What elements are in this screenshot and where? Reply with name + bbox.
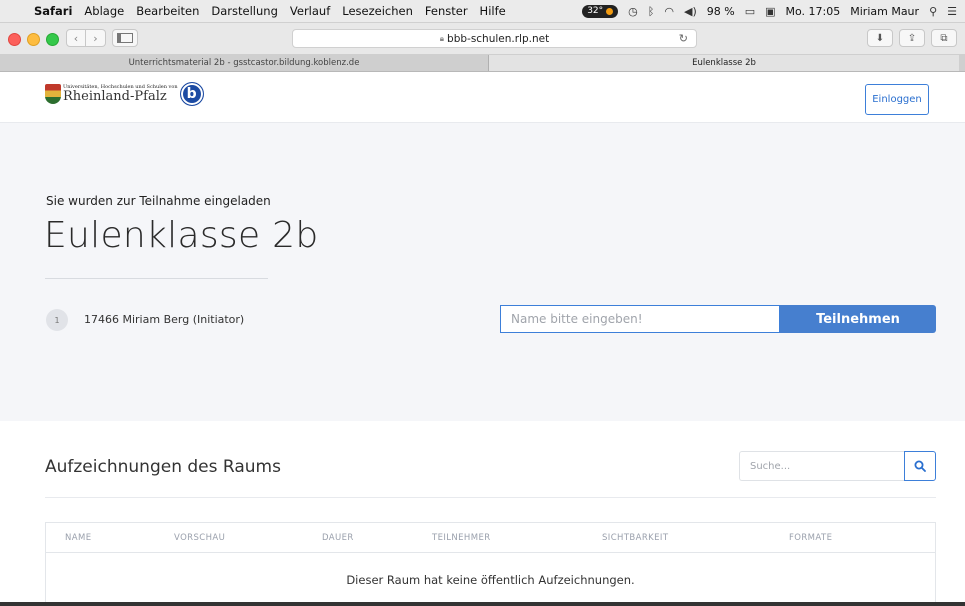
menu-safari[interactable]: Safari bbox=[34, 4, 72, 18]
tabs-overview-button[interactable]: ⧉ bbox=[931, 29, 957, 47]
notification-center-icon[interactable]: ☰ bbox=[947, 5, 957, 18]
menu-hilfe[interactable]: Hilfe bbox=[480, 4, 506, 18]
status-dot-icon bbox=[606, 7, 614, 15]
recordings-search-button[interactable] bbox=[904, 451, 936, 481]
menubar-user[interactable]: Miriam Maur bbox=[850, 5, 919, 18]
recordings-search-input[interactable] bbox=[739, 451, 904, 481]
join-button[interactable]: Teilnehmen bbox=[780, 305, 936, 333]
battery-percentage[interactable]: 98 % bbox=[707, 5, 735, 18]
history-navigation: ‹ › bbox=[66, 29, 106, 47]
time-machine-icon[interactable]: ◷ bbox=[628, 5, 638, 18]
sidebar-icon bbox=[117, 33, 133, 43]
forward-button[interactable]: › bbox=[86, 29, 106, 47]
column-header-duration: DAUER bbox=[322, 533, 354, 543]
sidebar-toggle-button[interactable] bbox=[112, 29, 138, 47]
room-owner: 17466 Miriam Berg (Initiator) bbox=[84, 313, 245, 326]
bbb-logo-icon: b bbox=[179, 82, 204, 106]
search-icon bbox=[914, 460, 926, 472]
menu-bearbeiten[interactable]: Bearbeiten bbox=[136, 4, 199, 18]
site-header: Universitäten, Hochschulen und Schulen v… bbox=[0, 72, 965, 123]
menu-fenster[interactable]: Fenster bbox=[425, 4, 468, 18]
room-hero: Sie wurden zur Teilnahme eingeladen Eule… bbox=[0, 123, 965, 421]
login-button[interactable]: Einloggen bbox=[865, 84, 929, 115]
minimize-window-button[interactable] bbox=[27, 33, 40, 46]
invite-text: Sie wurden zur Teilnahme eingeladen bbox=[46, 194, 271, 208]
temperature-badge[interactable]: 32° bbox=[582, 4, 619, 18]
site-logo[interactable]: Universitäten, Hochschulen und Schulen v… bbox=[45, 82, 204, 106]
volume-icon[interactable]: ◀) bbox=[684, 5, 697, 18]
back-button[interactable]: ‹ bbox=[66, 29, 86, 47]
address-bar[interactable]: 🔒︎ bbb-schulen.rlp.net ↻ bbox=[292, 29, 697, 48]
recordings-title: Aufzeichnungen des Raums bbox=[45, 457, 281, 477]
title-divider bbox=[45, 278, 268, 279]
web-page: Universitäten, Hochschulen und Schulen v… bbox=[0, 72, 965, 606]
share-button[interactable]: ⇪ bbox=[899, 29, 925, 47]
reload-icon[interactable]: ↻ bbox=[679, 32, 688, 45]
tab-bar: Unterrichtsmaterial 2b - gsstcastor.bild… bbox=[0, 55, 965, 72]
column-header-formats: FORMATE bbox=[789, 533, 833, 543]
participant-count-badge: 1 bbox=[46, 309, 68, 331]
name-input[interactable] bbox=[500, 305, 780, 333]
zoom-window-button[interactable] bbox=[46, 33, 59, 46]
tabs-icon: ⧉ bbox=[940, 32, 948, 44]
address-bar-url: bbb-schulen.rlp.net bbox=[447, 32, 550, 45]
spotlight-search-icon[interactable]: ⚲ bbox=[929, 5, 937, 18]
menubar-clock[interactable]: Mo. 17:05 bbox=[786, 5, 841, 18]
menu-ablage[interactable]: Ablage bbox=[84, 4, 124, 18]
macos-menubar: Safari Ablage Bearbeiten Darstellung Ver… bbox=[0, 0, 965, 23]
tab-eulenklasse[interactable]: Eulenklasse 2b bbox=[489, 55, 959, 71]
chevron-left-icon: ‹ bbox=[73, 31, 79, 45]
downloads-button[interactable]: ⬇ bbox=[867, 29, 893, 47]
chevron-right-icon: › bbox=[93, 31, 98, 45]
column-header-visibility: SICHTBARKEIT bbox=[602, 533, 669, 543]
close-window-button[interactable] bbox=[8, 33, 21, 46]
column-header-participants: TEILNEHMER bbox=[432, 533, 491, 543]
share-icon: ⇪ bbox=[907, 32, 917, 44]
bluetooth-icon[interactable]: ᛒ bbox=[648, 5, 655, 18]
logo-title: Rheinland-Pfalz bbox=[63, 89, 167, 104]
toolbar-right-actions: ⬇ ⇪ ⧉ bbox=[867, 29, 957, 47]
recordings-table: NAME VORSCHAU DAUER TEILNEHMER SICHTBARK… bbox=[45, 522, 936, 606]
recordings-table-header: NAME VORSCHAU DAUER TEILNEHMER SICHTBARK… bbox=[46, 523, 935, 553]
temperature-value: 32° bbox=[587, 5, 604, 16]
window-controls bbox=[8, 33, 59, 46]
battery-icon[interactable]: ▭ bbox=[745, 5, 755, 18]
recordings-divider bbox=[45, 497, 936, 498]
column-header-preview: VORSCHAU bbox=[174, 533, 226, 543]
column-header-name: NAME bbox=[65, 533, 92, 543]
menu-darstellung[interactable]: Darstellung bbox=[211, 4, 277, 18]
download-icon: ⬇ bbox=[875, 32, 885, 44]
menu-lesezeichen[interactable]: Lesezeichen bbox=[342, 4, 413, 18]
menu-verlauf[interactable]: Verlauf bbox=[290, 4, 330, 18]
safari-toolbar: ‹ › 🔒︎ bbb-schulen.rlp.net ↻ ⬇ ⇪ ⧉ bbox=[0, 23, 965, 55]
lock-icon: 🔒︎ bbox=[439, 33, 445, 43]
logo-text: Universitäten, Hochschulen und Schulen v… bbox=[63, 85, 178, 104]
wifi-icon[interactable]: ◠ bbox=[664, 5, 674, 18]
room-title: Eulenklasse 2b bbox=[44, 215, 319, 256]
empty-recordings-message: Dieser Raum hat keine öffentlich Aufzeic… bbox=[346, 573, 635, 587]
coat-of-arms-icon bbox=[45, 84, 61, 104]
window-bottom-edge bbox=[0, 602, 965, 606]
calendar-icon[interactable]: ▣ bbox=[765, 5, 775, 18]
tab-unterrichtsmaterial[interactable]: Unterrichtsmaterial 2b - gsstcastor.bild… bbox=[0, 55, 489, 71]
